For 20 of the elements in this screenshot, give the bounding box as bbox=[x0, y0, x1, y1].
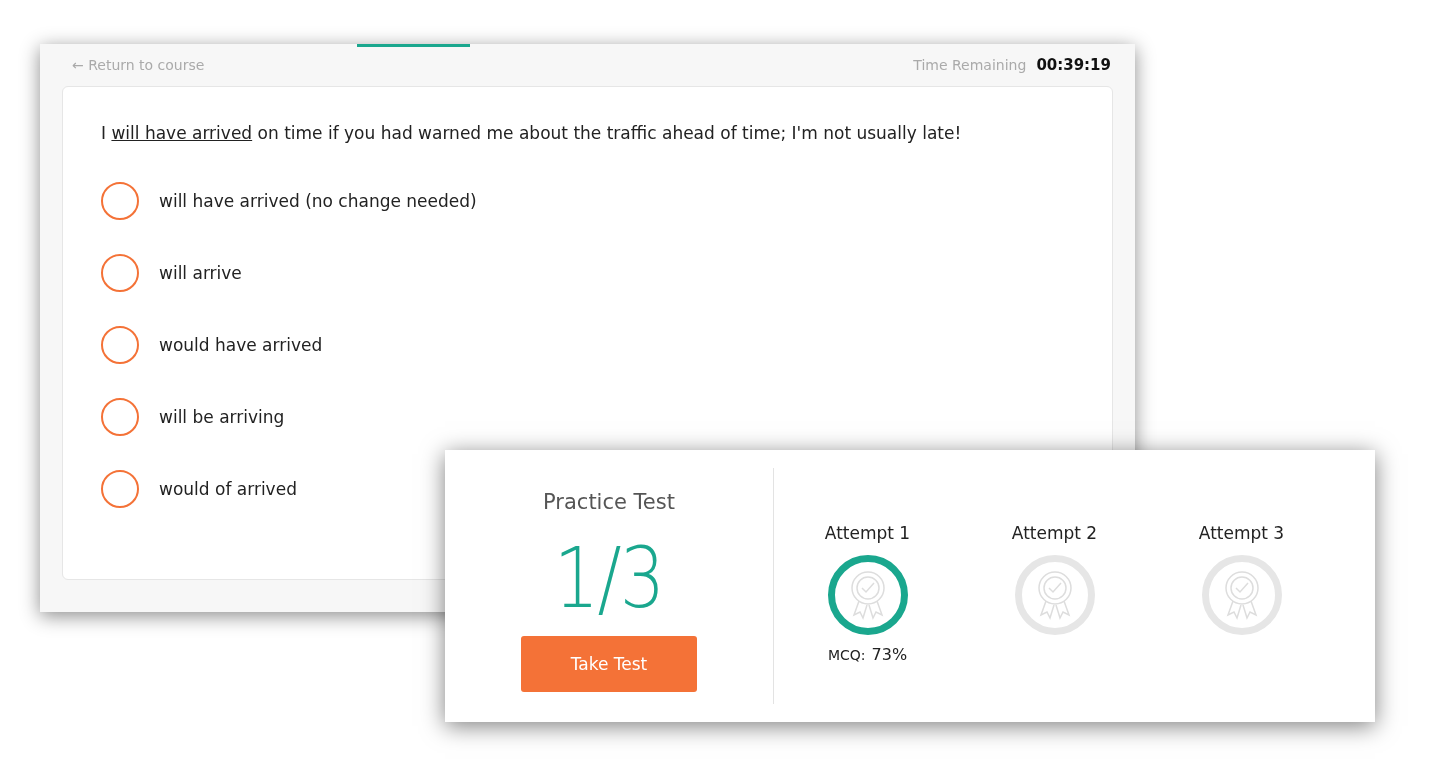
attempt-title: Attempt 3 bbox=[1198, 523, 1285, 543]
score-value: 73% bbox=[871, 645, 908, 664]
attempt-title: Attempt 1 bbox=[824, 523, 911, 543]
option-label[interactable]: will arrive bbox=[159, 263, 242, 283]
radio-button[interactable] bbox=[101, 470, 139, 508]
radio-button[interactable] bbox=[101, 398, 139, 436]
radio-button[interactable] bbox=[101, 182, 139, 220]
radio-button[interactable] bbox=[101, 326, 139, 364]
timer-label: Time Remaining bbox=[913, 57, 1027, 73]
option-label[interactable]: would have arrived bbox=[159, 335, 323, 355]
score-label: MCQ: bbox=[827, 647, 866, 663]
option-label[interactable]: would of arrived bbox=[159, 479, 297, 499]
option-label[interactable]: will have arrived (no change needed) bbox=[159, 191, 477, 211]
attempt-title: Attempt 2 bbox=[1011, 523, 1098, 543]
radio-button[interactable] bbox=[101, 254, 139, 292]
attempt-count: 1/3 bbox=[554, 536, 664, 620]
timer-value: 00:39:19 bbox=[1036, 56, 1111, 74]
option-label[interactable]: will be arriving bbox=[159, 407, 285, 427]
question-text: I will have arrived on time if you had warned me about the traffic ahead of time; I'm not usually late! bbox=[101, 123, 963, 143]
practice-title: Practice Test bbox=[543, 490, 675, 514]
